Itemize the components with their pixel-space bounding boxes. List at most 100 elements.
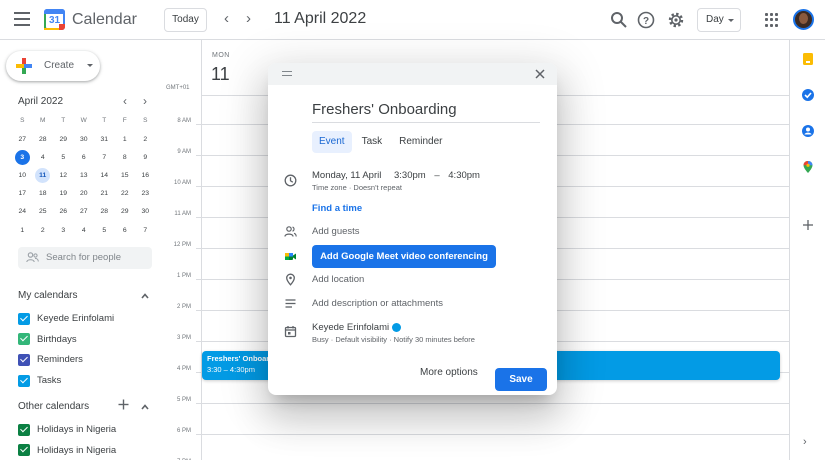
mini-calendar-prev-icon[interactable]: ‹: [123, 94, 127, 108]
next-day-icon[interactable]: ›: [246, 11, 251, 27]
add-description-field[interactable]: Add description or attachments: [312, 298, 443, 309]
calendar-checkbox[interactable]: [18, 353, 30, 366]
calendar-checkbox[interactable]: [18, 333, 30, 346]
contacts-icon[interactable]: [801, 124, 815, 138]
mini-calendar-day[interactable]: 6: [115, 221, 136, 239]
mini-calendar-day[interactable]: 10: [12, 167, 33, 185]
mini-calendar-day[interactable]: 26: [53, 203, 74, 221]
chevron-up-icon[interactable]: [141, 292, 149, 300]
tab-reminder[interactable]: Reminder: [392, 131, 449, 153]
mini-calendar-day[interactable]: 22: [115, 185, 136, 203]
expand-side-panel-icon[interactable]: ›: [803, 436, 807, 448]
calendar-color-dot[interactable]: [392, 323, 401, 332]
view-selector[interactable]: Day: [697, 8, 741, 32]
event-date[interactable]: Monday, 11 April: [312, 170, 381, 181]
mini-calendar-day[interactable]: 28: [94, 203, 115, 221]
event-end-time[interactable]: 4:30pm: [448, 170, 480, 181]
other-calendars-title[interactable]: Other calendars: [18, 401, 89, 412]
event-visibility-details[interactable]: Busy · Default visibility · Notify 30 mi…: [312, 335, 475, 344]
mini-calendar-day[interactable]: 3: [53, 221, 74, 239]
mini-calendar-day[interactable]: 1: [115, 130, 136, 148]
mini-calendar-day[interactable]: 4: [33, 148, 54, 166]
calendar-checkbox[interactable]: [18, 444, 30, 457]
mini-calendar-day[interactable]: 20: [74, 185, 95, 203]
calendar-item[interactable]: Reminders: [18, 351, 83, 369]
mini-calendar-day[interactable]: 30: [74, 130, 95, 148]
calendar-checkbox[interactable]: [18, 312, 30, 325]
mini-calendar-day[interactable]: 15: [115, 167, 136, 185]
tab-event[interactable]: Event: [312, 131, 352, 153]
mini-calendar-day[interactable]: 21: [94, 185, 115, 203]
get-addons-icon[interactable]: [801, 218, 815, 232]
add-guests-field[interactable]: Add guests: [312, 226, 360, 237]
calendar-item[interactable]: Tasks: [18, 372, 61, 390]
event-start-time[interactable]: 3:30pm: [394, 170, 426, 181]
chevron-up-icon[interactable]: [141, 403, 149, 411]
mini-calendar-day[interactable]: 2: [135, 130, 156, 148]
mini-calendar-day[interactable]: 29: [115, 203, 136, 221]
mini-calendar-day[interactable]: 12: [53, 167, 74, 185]
event-date-time[interactable]: Monday, 11 April 3:30pm – 4:30pm: [312, 170, 480, 181]
mini-calendar-day[interactable]: 13: [74, 167, 95, 185]
mini-calendar-day[interactable]: 19: [53, 185, 74, 203]
mini-calendar-day[interactable]: 5: [53, 148, 74, 166]
mini-calendar-day[interactable]: 18: [33, 185, 54, 203]
today-button[interactable]: Today: [164, 8, 207, 32]
mini-calendar-day[interactable]: 7: [135, 221, 156, 239]
timezone-repeat-note[interactable]: Time zone · Doesn't repeat: [312, 183, 402, 192]
mini-calendar-day[interactable]: 1: [12, 221, 33, 239]
create-button[interactable]: Create: [6, 51, 100, 81]
account-avatar[interactable]: [793, 9, 814, 30]
add-calendar-icon[interactable]: [118, 399, 129, 410]
drag-handle-icon[interactable]: [282, 71, 292, 77]
calendar-logo-icon[interactable]: 31: [44, 9, 65, 30]
mini-calendar-day[interactable]: 27: [74, 203, 95, 221]
save-button[interactable]: Save: [495, 368, 547, 391]
mini-calendar-day[interactable]: 8: [115, 148, 136, 166]
main-menu-icon[interactable]: [14, 12, 30, 26]
more-options-button[interactable]: More options: [420, 367, 478, 378]
event-title-input[interactable]: Freshers' Onboarding: [312, 101, 540, 123]
previous-day-icon[interactable]: ‹: [224, 11, 229, 27]
tasks-icon[interactable]: [801, 88, 815, 102]
my-calendars-title[interactable]: My calendars: [18, 290, 77, 301]
keep-icon[interactable]: [801, 52, 815, 66]
add-location-field[interactable]: Add location: [312, 274, 364, 285]
calendar-item[interactable]: Holidays in Nigeria: [18, 441, 116, 459]
mini-calendar-day[interactable]: 5: [94, 221, 115, 239]
mini-calendar-day[interactable]: 24: [12, 203, 33, 221]
search-icon[interactable]: [609, 10, 629, 30]
mini-calendar-day[interactable]: 9: [135, 148, 156, 166]
app-title[interactable]: Calendar: [72, 11, 137, 29]
close-icon[interactable]: [534, 68, 546, 80]
settings-gear-icon[interactable]: [666, 10, 686, 30]
calendar-item[interactable]: Holidays in Nigeria: [18, 421, 116, 439]
mini-calendar-day[interactable]: 16: [135, 167, 156, 185]
find-a-time-link[interactable]: Find a time: [312, 203, 362, 214]
google-apps-icon[interactable]: [765, 13, 779, 27]
add-google-meet-button[interactable]: Add Google Meet video conferencing: [312, 245, 496, 268]
mini-calendar-day[interactable]: 11: [33, 167, 54, 185]
mini-calendar-day[interactable]: 7: [94, 148, 115, 166]
calendar-item[interactable]: Birthdays: [18, 330, 77, 348]
mini-calendar-day[interactable]: 27: [12, 130, 33, 148]
mini-calendar-day[interactable]: 17: [12, 185, 33, 203]
mini-calendar-day[interactable]: 28: [33, 130, 54, 148]
dialog-drag-bar[interactable]: [268, 63, 557, 85]
help-icon[interactable]: ?: [636, 10, 656, 30]
mini-calendar-day[interactable]: 31: [94, 130, 115, 148]
calendar-checkbox[interactable]: [18, 423, 30, 436]
mini-calendar-day[interactable]: 4: [74, 221, 95, 239]
mini-calendar-day[interactable]: 29: [53, 130, 74, 148]
mini-calendar-day[interactable]: 3: [12, 148, 33, 166]
maps-icon[interactable]: [801, 160, 815, 174]
mini-calendar-day[interactable]: 14: [94, 167, 115, 185]
mini-calendar-day[interactable]: 2: [33, 221, 54, 239]
day-number[interactable]: 11: [211, 64, 230, 85]
tab-task[interactable]: Task: [355, 131, 390, 153]
calendar-checkbox[interactable]: [18, 374, 30, 387]
mini-calendar-day[interactable]: 6: [74, 148, 95, 166]
mini-calendar-day[interactable]: 25: [33, 203, 54, 221]
mini-calendar-day[interactable]: 30: [135, 203, 156, 221]
mini-calendar-next-icon[interactable]: ›: [143, 94, 147, 108]
